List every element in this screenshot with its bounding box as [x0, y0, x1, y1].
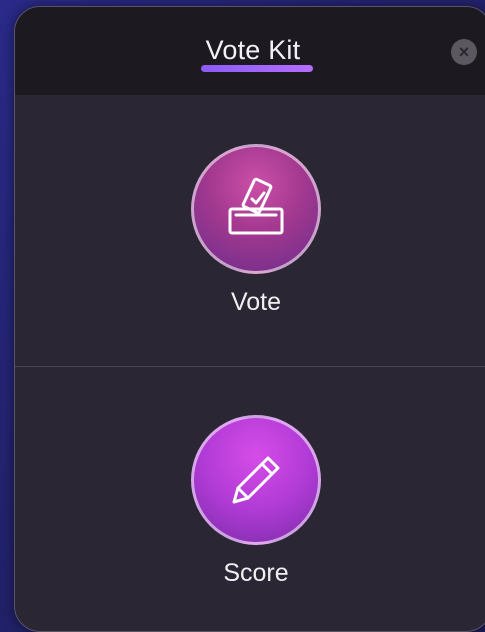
close-button[interactable]: × — [451, 39, 477, 65]
vote-button[interactable] — [191, 144, 321, 274]
score-button[interactable] — [191, 415, 321, 545]
section-divider — [15, 366, 485, 367]
score-label: Score — [223, 559, 289, 587]
title-underline — [201, 65, 313, 72]
vote-label: Vote — [230, 288, 282, 316]
ballot-box-icon — [228, 177, 284, 235]
close-icon: × — [458, 42, 470, 62]
dialog-header: Vote Kit × — [15, 7, 485, 95]
vote-option[interactable]: Vote — [15, 144, 485, 317]
dialog-title: Vote Kit — [205, 35, 301, 65]
vote-kit-dialog: Vote Kit × Vote Score — [14, 6, 485, 632]
pencil-icon — [232, 456, 280, 504]
score-option[interactable]: Score — [15, 415, 485, 588]
